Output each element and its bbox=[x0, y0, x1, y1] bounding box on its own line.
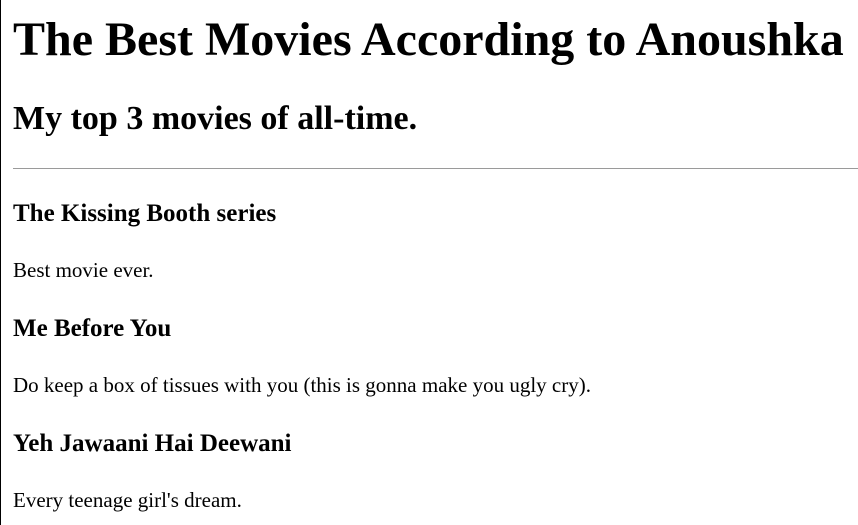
movie-description: Do keep a box of tissues with you (this … bbox=[13, 373, 591, 397]
left-border bbox=[0, 0, 1, 525]
section-divider bbox=[13, 168, 858, 169]
page-subtitle: My top 3 movies of all-time. bbox=[13, 100, 418, 137]
movie-title: The Kissing Booth series bbox=[13, 200, 277, 227]
movie-title: Yeh Jawaani Hai Deewani bbox=[13, 430, 292, 457]
page-title: The Best Movies According to Anoushka bbox=[13, 13, 844, 66]
movie-title: Me Before You bbox=[13, 315, 172, 342]
movie-description: Best movie ever. bbox=[13, 258, 154, 282]
movie-description: Every teenage girl's dream. bbox=[13, 488, 242, 512]
